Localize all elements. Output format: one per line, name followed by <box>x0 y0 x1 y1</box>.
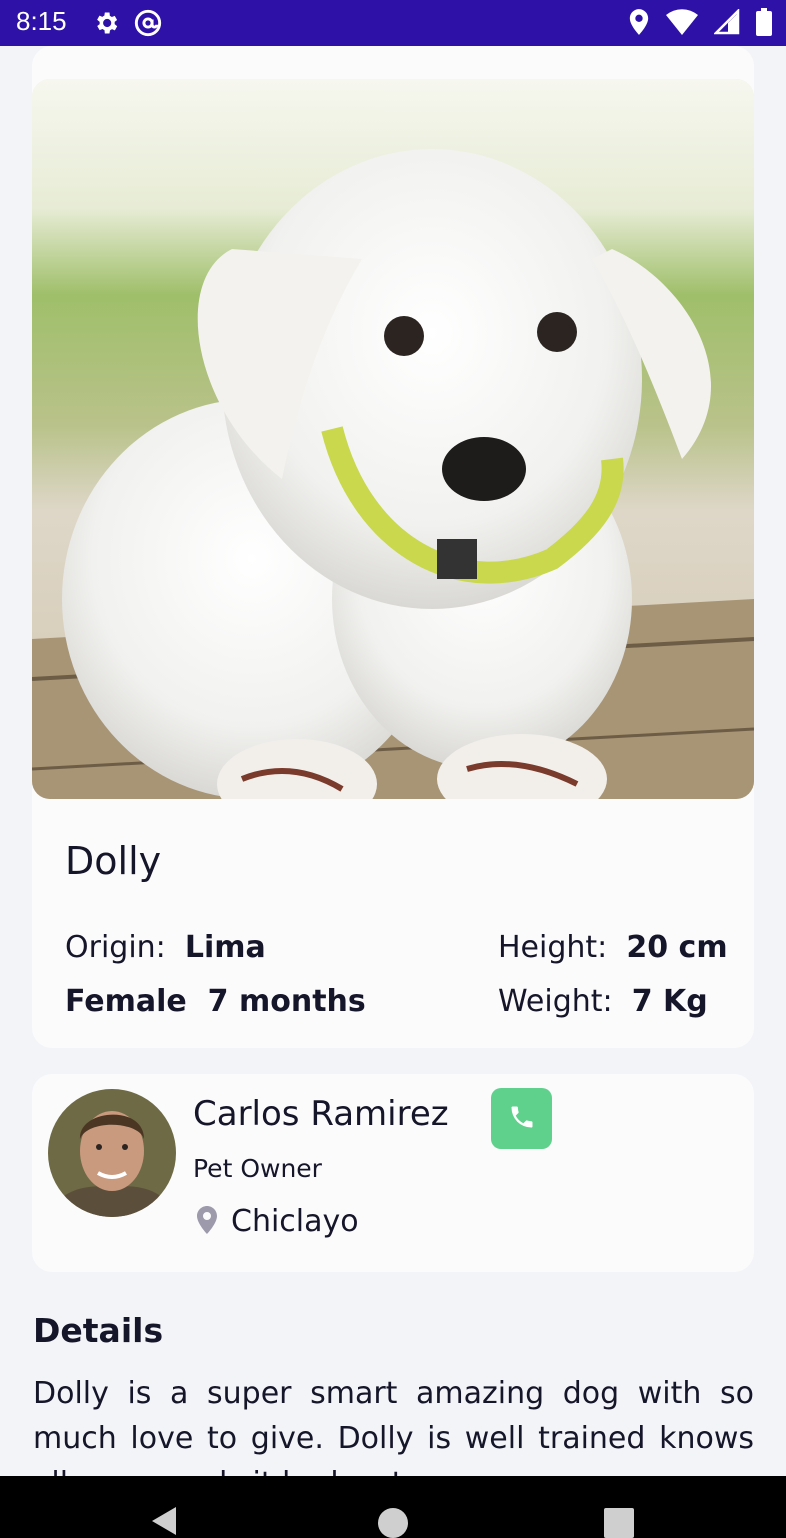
call-button[interactable] <box>491 1088 552 1149</box>
sex-age-row: Female 7 months <box>65 984 366 1019</box>
at-sign-icon <box>134 9 162 37</box>
wifi-icon <box>666 9 698 35</box>
status-bar: 8:15 <box>0 0 786 46</box>
owner-location-text: Chiclayo <box>231 1204 359 1239</box>
phone-icon <box>508 1103 536 1135</box>
owner-role: Pet Owner <box>193 1154 322 1183</box>
weight-row: Weight: 7 Kg <box>498 984 708 1019</box>
location-pin-icon <box>628 8 650 36</box>
signal-icon <box>714 9 740 35</box>
origin-value: Lima <box>184 930 266 965</box>
status-time: 8:15 <box>16 6 67 36</box>
home-icon[interactable] <box>377 1507 409 1538</box>
avatar <box>48 1089 176 1217</box>
details-title: Details <box>33 1311 164 1350</box>
origin-row: Origin: Lima <box>65 930 266 965</box>
battery-icon <box>756 8 772 36</box>
owner-location: Chiclayo <box>195 1204 359 1239</box>
owner-card: Carlos Ramirez Pet Owner Chiclayo <box>32 1074 754 1272</box>
height-row: Height: 20 cm <box>498 930 728 965</box>
age-value: 7 months <box>207 984 366 1019</box>
weight-label: Weight: <box>498 984 613 1019</box>
pet-photo <box>32 79 754 799</box>
map-pin-icon <box>195 1205 219 1239</box>
origin-label: Origin: <box>65 930 166 965</box>
details-text: Dolly is a super smart amazing dog with … <box>33 1376 754 1476</box>
height-label: Height: <box>498 930 608 965</box>
back-icon[interactable] <box>148 1505 180 1538</box>
pet-name: Dolly <box>65 839 162 883</box>
owner-name: Carlos Ramirez <box>193 1094 449 1134</box>
weight-value: 7 Kg <box>631 984 708 1019</box>
recents-icon[interactable] <box>603 1507 635 1538</box>
height-value: 20 cm <box>626 930 728 965</box>
sex-value: Female <box>65 984 187 1019</box>
content-area[interactable]: Dolly Origin: Lima Female 7 months Heigh… <box>0 46 786 1476</box>
gear-icon <box>92 9 120 37</box>
